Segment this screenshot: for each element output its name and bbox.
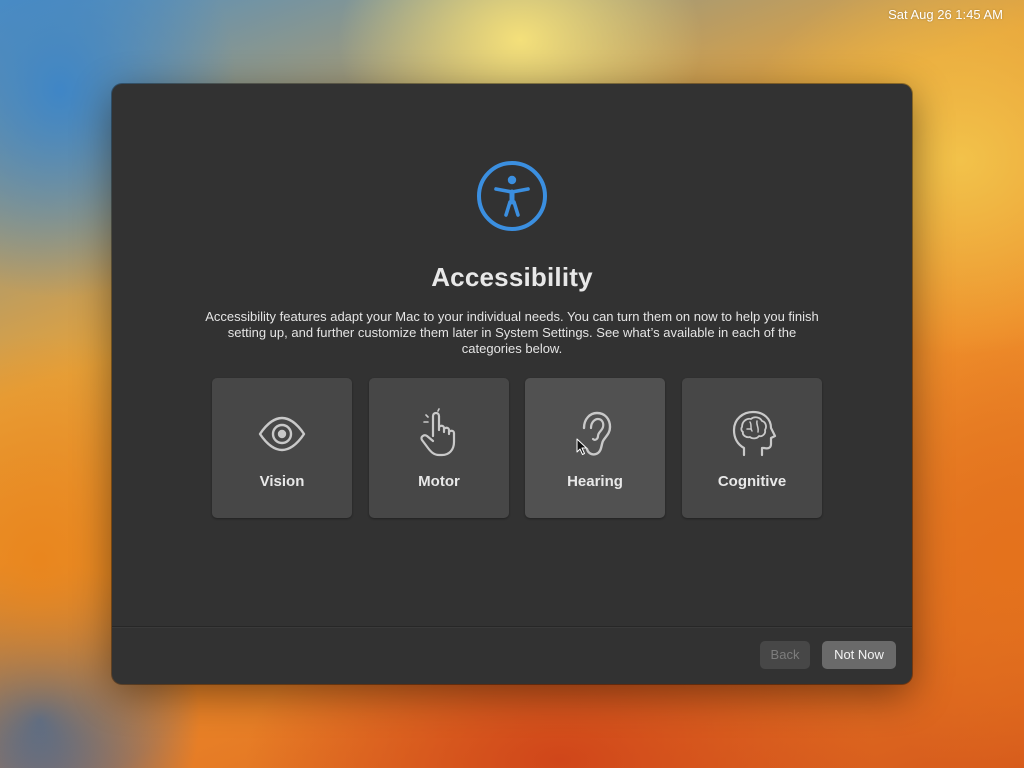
not-now-button[interactable]: Not Now	[822, 641, 896, 669]
category-cards: Vision Motor Hearing Cognitive	[212, 378, 822, 518]
category-label-cognitive: Cognitive	[717, 473, 787, 490]
category-card-hearing[interactable]: Hearing	[525, 378, 665, 518]
eye-icon	[258, 416, 306, 452]
back-button[interactable]: Back	[760, 641, 810, 669]
page-description: Accessibility features adapt your Mac to…	[205, 309, 819, 356]
mouse-pointer-icon	[576, 438, 587, 455]
category-label-vision: Vision	[259, 473, 305, 490]
desktop: Sat Aug 26 1:45 AM Accessibility Accessi…	[0, 0, 1024, 768]
category-label-hearing: Hearing	[567, 473, 623, 490]
page-title: Accessibility	[431, 262, 593, 292]
pointing-hand-icon	[420, 408, 456, 457]
category-card-motor[interactable]: Motor	[369, 378, 509, 518]
brain-head-icon	[732, 410, 777, 457]
category-card-vision[interactable]: Vision	[212, 378, 352, 518]
ear-icon	[582, 411, 612, 456]
footer-divider	[112, 626, 912, 627]
setup-assistant-window: Accessibility Accessibility features ada…	[112, 84, 912, 684]
category-card-cognitive[interactable]: Cognitive	[682, 378, 822, 518]
category-label-motor: Motor	[418, 473, 460, 490]
menubar-clock[interactable]: Sat Aug 26 1:45 AM	[888, 7, 1003, 22]
accessibility-icon	[477, 161, 547, 231]
